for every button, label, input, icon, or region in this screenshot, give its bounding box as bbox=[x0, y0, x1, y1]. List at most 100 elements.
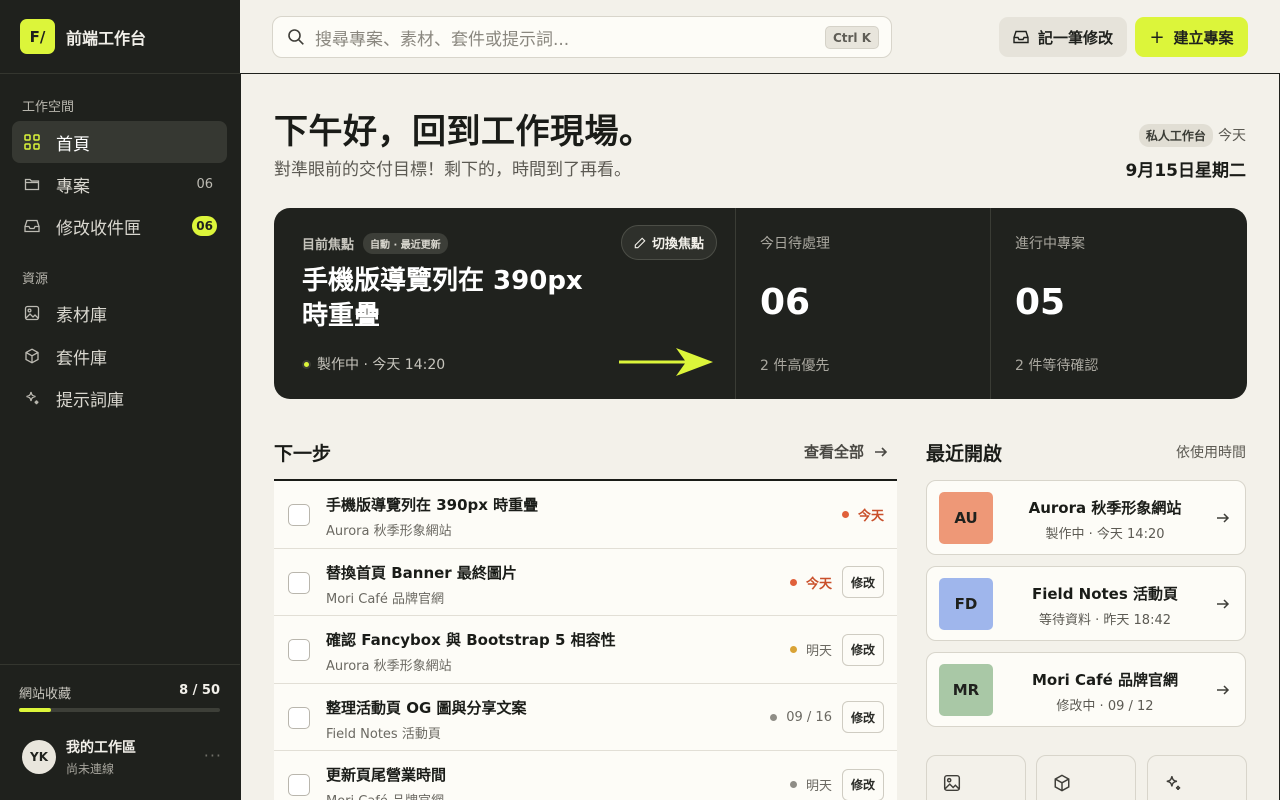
task-title: 替換首頁 Banner 最終圖片 bbox=[326, 563, 517, 582]
current-date: 9月15日星期二 bbox=[1125, 161, 1247, 181]
sidebar-item-packages[interactable]: 套件庫 bbox=[12, 335, 227, 377]
priority-dot bbox=[770, 713, 778, 721]
main-panel: 下午好，回到工作現場。 對準眼前的交付目標！剩下的，時間到了再看。 私人工作台 … bbox=[240, 73, 1280, 800]
task-due: 明天 bbox=[805, 644, 832, 659]
focus-status: 製作中 · 今天 14:20 bbox=[302, 354, 445, 374]
recent-sort-toggle[interactable]: 依使用時間 bbox=[1176, 442, 1246, 462]
workspace-switcher[interactable]: YK 我的工作區 尚未連線 ··· bbox=[22, 738, 222, 776]
plus-icon: + bbox=[1149, 26, 1165, 48]
focus-status-text: 製作中 · 今天 14:20 bbox=[317, 357, 446, 373]
task-row[interactable]: 更新頁尾營業時間 Mori Café 品牌官網 明天 修改 bbox=[274, 751, 897, 800]
sidebar-item-label: 提示詞庫 bbox=[56, 390, 124, 411]
task-checkbox[interactable] bbox=[288, 706, 310, 729]
arrow-right-icon bbox=[1217, 599, 1230, 609]
section-resources: 資源 bbox=[22, 272, 49, 287]
folder-icon bbox=[24, 176, 40, 192]
favorites-count: 8 / 50 bbox=[179, 683, 220, 698]
sidebar-item-home[interactable]: 首頁 bbox=[12, 121, 227, 163]
task-title: 更新頁尾營業時間 bbox=[326, 766, 447, 784]
priority-dot bbox=[789, 646, 797, 653]
brand-name: 前端工作台 bbox=[66, 28, 147, 48]
shortcut-prompts[interactable] bbox=[1147, 755, 1247, 800]
sidebar-item-inbox[interactable]: 修改收件匣 06 bbox=[12, 205, 227, 247]
sidebar-item-label: 素材庫 bbox=[56, 305, 107, 326]
task-title: 手機版導覽列在 390px 時重疊 bbox=[326, 496, 539, 514]
task-row[interactable]: 整理活動頁 OG 圖與分享文案 Field Notes 活動頁 09 / 16 … bbox=[274, 684, 897, 751]
project-thumbnail: MR bbox=[939, 664, 993, 716]
edit-task-button[interactable]: 修改 bbox=[841, 633, 884, 666]
favorites-label: 網站收藏 bbox=[19, 687, 72, 702]
avatar: YK bbox=[22, 740, 56, 774]
image-icon bbox=[943, 774, 961, 792]
task-checkbox[interactable] bbox=[288, 774, 310, 796]
project-thumbnail: FD bbox=[939, 578, 993, 630]
task-row[interactable]: 確認 Fancybox 與 Bootstrap 5 相容性 Aurora 秋季形… bbox=[274, 616, 897, 684]
new-project-button[interactable]: + 建立專案 bbox=[1135, 17, 1248, 57]
cube-icon bbox=[1054, 774, 1070, 792]
task-checkbox[interactable] bbox=[288, 571, 310, 594]
task-project: Field Notes 活動頁 bbox=[326, 726, 441, 742]
recent-project-card[interactable]: MR Mori Café 品牌官網 修改中 · 09 / 12 bbox=[926, 652, 1246, 727]
stat-today[interactable]: 今日待處理 06 2 件高優先 bbox=[735, 208, 990, 399]
recent-project-card[interactable]: FD Field Notes 活動頁 等待資料 · 昨天 18:42 bbox=[926, 566, 1246, 641]
recent-project-name: Aurora 秋季形象網站 bbox=[1028, 499, 1182, 517]
recent-project-meta: 修改中 · 09 / 12 bbox=[1056, 699, 1154, 714]
favorites-progress-fill bbox=[19, 708, 52, 712]
new-project-label: 建立專案 bbox=[1173, 28, 1234, 47]
log-change-button[interactable]: 記一筆修改 bbox=[999, 17, 1127, 57]
edit-task-button[interactable]: 修改 bbox=[841, 768, 884, 800]
stat-value: 05 bbox=[1015, 282, 1066, 323]
arrow-right-icon bbox=[875, 446, 888, 457]
section-workspace: 工作空間 bbox=[22, 100, 75, 115]
task-due: 09 / 16 bbox=[786, 709, 832, 725]
sidebar-item-projects[interactable]: 專案 06 bbox=[12, 163, 227, 205]
cube-icon bbox=[24, 348, 40, 364]
task-title: 整理活動頁 OG 圖與分享文案 bbox=[326, 698, 527, 717]
sidebar-item-assets[interactable]: 素材庫 bbox=[12, 292, 227, 334]
task-row[interactable]: 替換首頁 Banner 最終圖片 Mori Café 品牌官網 今天 修改 bbox=[274, 549, 897, 616]
status-dot bbox=[302, 359, 311, 369]
sparkle-icon bbox=[1166, 776, 1181, 791]
sidebar-item-label: 專案 bbox=[56, 176, 90, 197]
task-checkbox[interactable] bbox=[288, 639, 310, 661]
projects-count: 06 bbox=[196, 176, 213, 192]
edit-task-button[interactable]: 修改 bbox=[841, 566, 884, 598]
project-thumbnail: AU bbox=[939, 492, 993, 544]
priority-dot bbox=[789, 578, 797, 586]
stat-label: 進行中專案 bbox=[1015, 236, 1085, 252]
sidebar-item-prompts[interactable]: 提示詞庫 bbox=[12, 377, 227, 419]
edit-task-button[interactable]: 修改 bbox=[841, 701, 884, 733]
priority-dot bbox=[841, 511, 849, 518]
next-steps-title: 下一步 bbox=[274, 443, 332, 465]
pencil-icon bbox=[634, 236, 646, 248]
task-row[interactable]: 手機版導覽列在 390px 時重疊 Aurora 秋季形象網站 今天 bbox=[274, 481, 897, 549]
stat-active-projects[interactable]: 進行中專案 05 2 件等待確認 bbox=[990, 208, 1245, 399]
arrow-right-icon bbox=[619, 348, 713, 376]
brand[interactable]: F/ 前端工作台 bbox=[0, 0, 240, 74]
shortcut-assets[interactable] bbox=[926, 755, 1026, 800]
shortcut-packages[interactable] bbox=[1036, 755, 1136, 800]
focus-title[interactable]: 手機版導覽列在 390px 時重疊 bbox=[302, 264, 602, 334]
search-placeholder: 搜尋專案、素材、套件或提示詞... bbox=[315, 29, 570, 50]
stat-value: 06 bbox=[760, 282, 811, 323]
grid-icon bbox=[24, 134, 40, 150]
search-input[interactable]: 搜尋專案、素材、套件或提示詞... Ctrl K bbox=[272, 16, 892, 58]
auto-update-chip: 自動 · 最近更新 bbox=[363, 233, 448, 254]
page-title: 下午好，回到工作現場。 bbox=[274, 112, 654, 152]
task-list: 手機版導覽列在 390px 時重疊 Aurora 秋季形象網站 今天 替換首頁 … bbox=[274, 479, 897, 800]
recent-project-meta: 製作中 · 今天 14:20 bbox=[1045, 527, 1165, 542]
view-all-link[interactable]: 查看全部 bbox=[804, 441, 889, 462]
sidebar-item-label: 修改收件匣 bbox=[56, 218, 141, 239]
favorites-progress bbox=[19, 708, 220, 712]
search-icon bbox=[287, 28, 305, 46]
today-label: 今天 bbox=[1218, 128, 1246, 144]
more-icon[interactable]: ··· bbox=[204, 746, 222, 765]
task-project: Aurora 秋季形象網站 bbox=[326, 524, 452, 539]
recent-project-name: Field Notes 活動頁 bbox=[1031, 585, 1179, 603]
sidebar-item-label: 套件庫 bbox=[56, 348, 107, 369]
recent-project-card[interactable]: AU Aurora 秋季形象網站 製作中 · 今天 14:20 bbox=[926, 480, 1246, 555]
task-title: 確認 Fancybox 與 Bootstrap 5 相容性 bbox=[326, 631, 616, 649]
switch-focus-button[interactable]: 切換焦點 bbox=[621, 225, 717, 260]
arrow-right-icon bbox=[1217, 685, 1230, 695]
task-checkbox[interactable] bbox=[288, 504, 310, 526]
